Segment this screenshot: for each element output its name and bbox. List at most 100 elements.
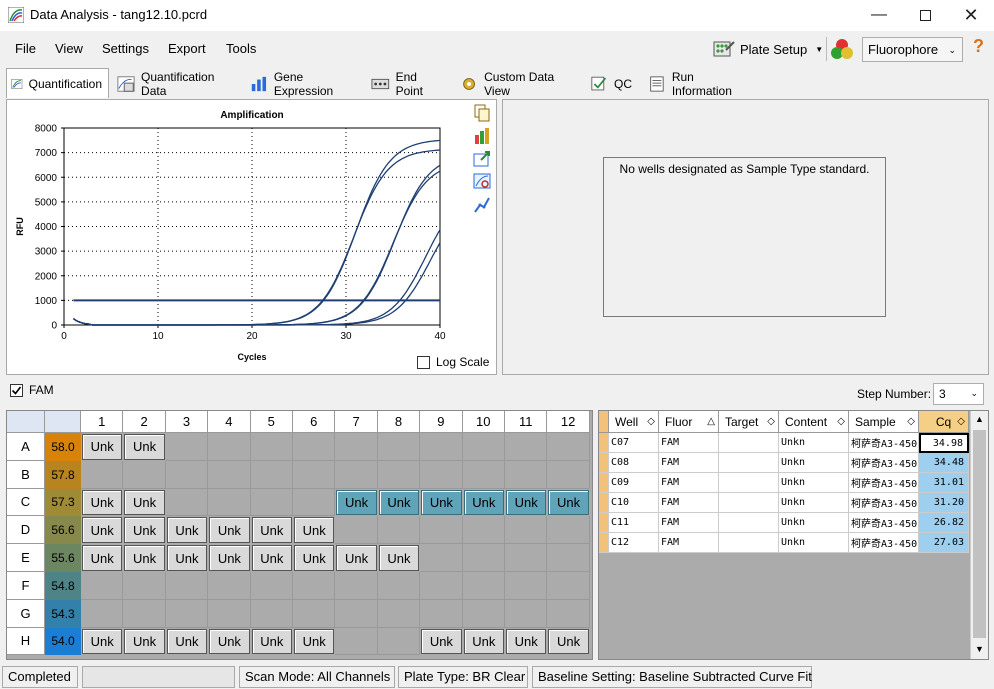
fluorophore-select[interactable]: Fluorophore ⌄ — [862, 37, 963, 62]
plate-well-empty[interactable] — [505, 544, 548, 572]
plate-well[interactable]: Unk — [294, 517, 335, 544]
tab-end-point[interactable]: End Point — [366, 70, 451, 98]
plate-well-empty[interactable] — [250, 460, 293, 489]
menu-file[interactable]: File — [15, 41, 36, 56]
table-cell-sample[interactable]: 柯萨奇A3-450 — [849, 433, 919, 453]
plate-well-empty[interactable] — [377, 627, 421, 656]
plate-well[interactable]: Unk — [421, 628, 462, 655]
plate-well-empty[interactable] — [505, 599, 548, 628]
plate-well[interactable]: Unk — [124, 545, 165, 571]
plate-column-header[interactable]: 5 — [250, 411, 293, 433]
fluorophore-color-icon[interactable] — [830, 38, 854, 60]
plate-column-header[interactable]: 2 — [123, 411, 166, 433]
plate-row-header[interactable]: A — [7, 433, 45, 461]
table-cell-well[interactable]: C11 — [609, 513, 659, 533]
table-cell-target[interactable] — [719, 473, 779, 493]
table-cell-well[interactable]: C10 — [609, 493, 659, 513]
plate-well-empty[interactable] — [293, 488, 336, 517]
table-cell-target[interactable] — [719, 493, 779, 513]
row-selector[interactable] — [599, 493, 609, 513]
tab-custom-data-view[interactable]: Custom Data View — [455, 70, 581, 98]
plate-well-empty[interactable] — [250, 599, 293, 628]
menu-settings[interactable]: Settings — [102, 41, 149, 56]
plate-well-empty[interactable] — [420, 572, 463, 600]
table-cell-fluor[interactable]: FAM — [659, 513, 719, 533]
plate-well-empty[interactable] — [293, 599, 336, 628]
plate-well-empty[interactable] — [250, 433, 293, 461]
plate-well-empty[interactable] — [208, 488, 251, 517]
row-selector[interactable] — [599, 453, 609, 473]
table-cell-well[interactable]: C07 — [609, 433, 659, 453]
plate-column-header[interactable]: 4 — [208, 411, 251, 433]
plate-well-empty[interactable] — [547, 516, 590, 545]
menu-export[interactable]: Export — [168, 41, 206, 56]
close-button[interactable]: ✕ — [948, 0, 994, 30]
amplification-chart[interactable]: Amplification 0 1000 2000 3000 4000 5000 6000 70… — [7, 100, 496, 374]
plate-setup-button[interactable]: Plate Setup ▼ — [712, 36, 823, 62]
plate-well-empty[interactable] — [165, 599, 209, 628]
fam-checkbox[interactable]: FAM — [10, 383, 54, 397]
plate-well[interactable]: Unk — [124, 517, 165, 544]
plate-well[interactable]: Unk — [209, 628, 250, 655]
row-selector[interactable] — [599, 433, 609, 453]
plate-well[interactable]: Unk — [166, 517, 208, 544]
plate-well[interactable]: Unk — [251, 517, 292, 544]
plate-well-empty[interactable] — [165, 572, 209, 600]
plate-well-empty[interactable] — [505, 572, 548, 600]
plate-well[interactable]: Unk — [336, 545, 377, 571]
plate-row-header[interactable]: E — [7, 544, 45, 572]
plate-well-empty[interactable] — [165, 433, 209, 461]
table-cell-content[interactable]: Unkn — [779, 453, 849, 473]
tab-quantification[interactable]: Quantification — [6, 68, 109, 98]
tab-run-information[interactable]: Run Information — [643, 70, 755, 98]
scroll-up-icon[interactable]: ▲ — [971, 411, 988, 428]
plate-well-empty[interactable] — [208, 433, 251, 461]
plate-well-empty[interactable] — [462, 433, 505, 461]
plate-column-header[interactable]: 3 — [165, 411, 209, 433]
table-cell-fluor[interactable]: FAM — [659, 453, 719, 473]
plate-well[interactable]: Unk — [82, 545, 123, 571]
table-cell-target[interactable] — [719, 533, 779, 553]
plate-column-header[interactable]: 11 — [505, 411, 548, 433]
log-scale-checkbox[interactable]: Log Scale — [417, 355, 489, 369]
plate-well-empty[interactable] — [420, 544, 463, 572]
plate-row-header[interactable]: D — [7, 516, 45, 545]
table-cell-well[interactable]: C08 — [609, 453, 659, 473]
copy-icon[interactable] — [473, 104, 491, 122]
table-cell-sample[interactable]: 柯萨奇A3-450 — [849, 453, 919, 473]
plate-well-empty[interactable] — [420, 516, 463, 545]
plate-well[interactable]: Unk — [166, 545, 208, 571]
plate-well-empty[interactable] — [81, 460, 124, 489]
plate-well-empty[interactable] — [335, 627, 378, 656]
plate-well[interactable]: Unk — [82, 628, 123, 655]
plate-well[interactable]: Unk — [548, 628, 589, 655]
plate-well-empty[interactable] — [505, 433, 548, 461]
menu-view[interactable]: View — [55, 41, 83, 56]
plate-well[interactable]: Unk — [463, 628, 504, 655]
plate-column-header[interactable]: 12 — [547, 411, 590, 433]
plate-well-empty[interactable] — [547, 433, 590, 461]
plate-well[interactable]: Unk — [378, 545, 420, 571]
plate-well-empty[interactable] — [293, 460, 336, 489]
table-cell-sample[interactable]: 柯萨奇A3-450 — [849, 513, 919, 533]
plate-row-header[interactable]: H — [7, 627, 45, 656]
plate-column-header[interactable]: 7 — [335, 411, 378, 433]
plate-well[interactable]: Unk — [209, 545, 250, 571]
plate-well[interactable]: Unk — [294, 628, 335, 655]
row-selector[interactable] — [599, 513, 609, 533]
plate-column-header[interactable]: 9 — [420, 411, 463, 433]
table-cell-content[interactable]: Unkn — [779, 493, 849, 513]
plate-well[interactable]: Unk — [82, 517, 123, 544]
plate-well-empty[interactable] — [335, 599, 378, 628]
plate-well[interactable]: Unk — [251, 628, 292, 655]
plate-well-empty[interactable] — [462, 460, 505, 489]
export-graph-icon[interactable] — [473, 150, 491, 168]
table-cell-target[interactable] — [719, 453, 779, 473]
step-number-select[interactable]: 3 ⌄ — [933, 383, 984, 405]
table-cell-sample[interactable]: 柯萨奇A3-450 — [849, 493, 919, 513]
maximize-button[interactable] — [902, 0, 948, 30]
plate-well-empty[interactable] — [462, 599, 505, 628]
plate-well[interactable]: Unk — [378, 489, 420, 516]
plate-well-empty[interactable] — [462, 544, 505, 572]
plate-well-empty[interactable] — [377, 572, 421, 600]
